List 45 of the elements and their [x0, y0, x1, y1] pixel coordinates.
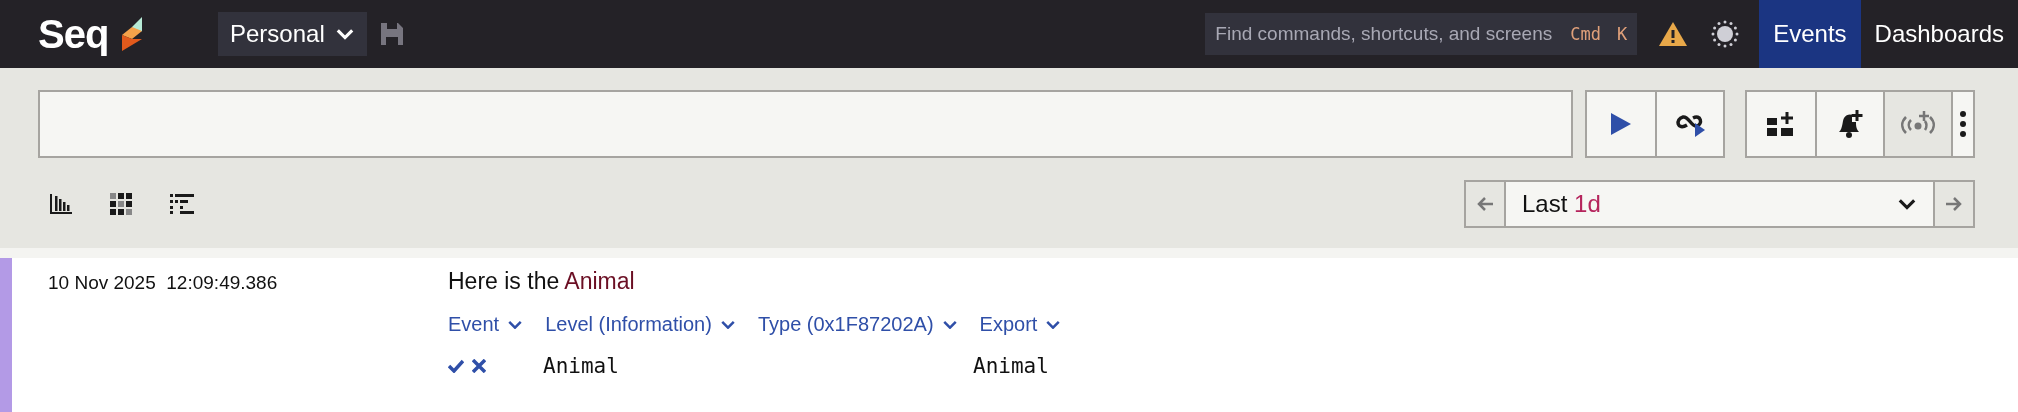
more-button[interactable]: [1951, 92, 1973, 156]
event-menu-link[interactable]: Level (Information): [545, 313, 736, 336]
play-icon: [1611, 113, 1631, 135]
chevron-down-icon: [1897, 198, 1917, 210]
chevron-down-icon: [941, 319, 958, 330]
event-timestamp: 10 Nov 2025 12:09:49.386: [47, 271, 279, 295]
time-range-dropdown[interactable]: Last 1d: [1504, 182, 1935, 226]
run-button[interactable]: [1587, 92, 1655, 156]
heatmap-icon[interactable]: [110, 193, 132, 215]
nav-tab[interactable]: Dashboards: [1860, 0, 2018, 68]
theme-icon[interactable]: [1711, 20, 1740, 48]
property-name: Animal: [543, 354, 620, 378]
check-icon: [448, 359, 464, 373]
save-icon[interactable]: [380, 23, 403, 45]
warning-icon[interactable]: [1659, 22, 1688, 46]
event-menu-link[interactable]: Type (0x1F87202A): [757, 313, 958, 336]
nav-tab[interactable]: Events: [1759, 0, 1861, 68]
chevron-down-icon: [507, 319, 524, 330]
logo-text: Seq: [38, 11, 109, 57]
query-input[interactable]: [38, 90, 1573, 158]
chevron-down-icon: [334, 28, 355, 40]
arrow-right-icon: [1946, 197, 1962, 211]
more-icon: [1960, 111, 1966, 137]
add-to-dashboard-button[interactable]: [1747, 92, 1815, 156]
command-search-field[interactable]: Find commands, shortcuts, and screens Cmd K: [1205, 13, 1638, 55]
exclude-button[interactable]: [472, 359, 486, 373]
event-menu-link[interactable]: Export: [979, 313, 1062, 336]
timeline-list-icon[interactable]: [170, 194, 194, 214]
shortcut-key: K: [1616, 24, 1628, 44]
add-alert-icon: [1837, 110, 1863, 138]
chevron-down-icon: [1045, 319, 1062, 330]
bar-chart-icon[interactable]: [50, 194, 72, 214]
workspace-dropdown[interactable]: Personal: [218, 12, 367, 56]
property-value: Animal: [973, 354, 1049, 378]
event-message: Here is the Animal: [448, 268, 636, 295]
include-button[interactable]: [448, 359, 464, 373]
arrow-left-icon: [1477, 197, 1493, 211]
tail-button[interactable]: [1655, 92, 1723, 156]
add-dashboard-icon: [1767, 112, 1795, 136]
shortcut-key: Cmd: [1570, 24, 1601, 44]
logo-mark-icon: [122, 17, 143, 51]
add-alert-button[interactable]: [1815, 92, 1883, 156]
chevron-down-icon: [719, 319, 736, 330]
event-menu-link[interactable]: Event: [448, 313, 524, 336]
close-icon: [472, 359, 486, 373]
